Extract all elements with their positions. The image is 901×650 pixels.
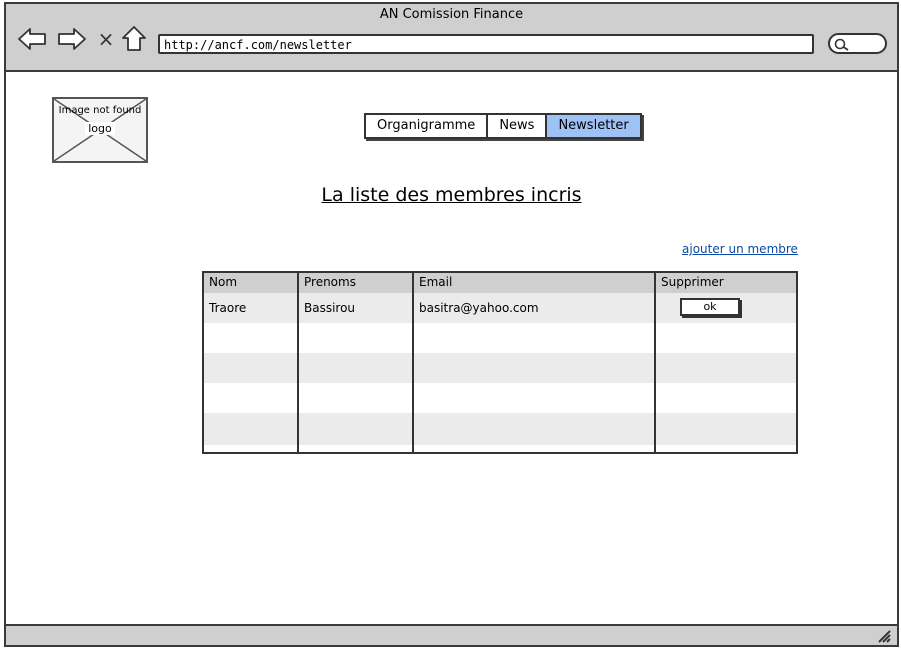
members-table: Nom Prenoms Email Supprimer Traore Bassi… <box>202 271 798 454</box>
table-row-empty <box>204 383 796 413</box>
cell-email: basitra@yahoo.com <box>419 301 539 315</box>
search-icon <box>834 38 849 51</box>
resize-grip-icon[interactable] <box>877 629 891 643</box>
table-row-empty <box>204 323 796 353</box>
header-nom[interactable]: Nom <box>204 273 298 293</box>
forward-button[interactable] <box>56 24 88 54</box>
column-divider <box>297 273 299 452</box>
window-title: AN Comission Finance <box>379 7 524 22</box>
tab-newsletter[interactable]: Newsletter <box>547 115 640 137</box>
header-email[interactable]: Email <box>414 273 656 293</box>
page-title: La liste des membres incris <box>321 184 582 206</box>
arrow-left-icon <box>18 28 46 50</box>
status-bar <box>6 624 897 645</box>
table-row-empty <box>204 353 796 383</box>
search-field[interactable] <box>828 33 887 54</box>
table-header: Nom Prenoms Email Supprimer <box>204 273 796 293</box>
header-supprimer[interactable]: Supprimer <box>656 273 796 293</box>
close-icon: × <box>97 27 115 51</box>
logo-placeholder: Image not found logo <box>52 97 148 163</box>
address-bar[interactable]: http://ancf.com/newsletter <box>158 34 814 54</box>
table-row[interactable]: Traore Bassirou basitra@yahoo.com ok <box>204 293 796 323</box>
tab-news[interactable]: News <box>488 115 548 137</box>
back-button[interactable] <box>16 24 48 54</box>
logo-label: logo <box>85 122 115 135</box>
add-member-link[interactable]: ajouter un membre <box>682 242 798 256</box>
cell-prenoms: Bassirou <box>304 301 356 315</box>
cell-nom: Traore <box>209 301 247 315</box>
home-icon <box>122 26 146 51</box>
image-not-found-text: Image not found <box>58 105 142 116</box>
nav-tabs: Organigramme News Newsletter <box>364 113 642 139</box>
delete-ok-button[interactable]: ok <box>680 298 740 316</box>
column-divider <box>654 273 656 452</box>
table-row-empty <box>204 413 796 445</box>
column-divider <box>412 273 414 452</box>
arrow-right-icon <box>58 28 86 50</box>
tab-organigramme[interactable]: Organigramme <box>366 115 489 137</box>
browser-window: AN Comission Finance × http://ancf.com/n… <box>4 2 899 647</box>
header-prenoms[interactable]: Prenoms <box>299 273 413 293</box>
home-button[interactable] <box>118 24 150 54</box>
browser-chrome: AN Comission Finance × http://ancf.com/n… <box>6 4 897 72</box>
